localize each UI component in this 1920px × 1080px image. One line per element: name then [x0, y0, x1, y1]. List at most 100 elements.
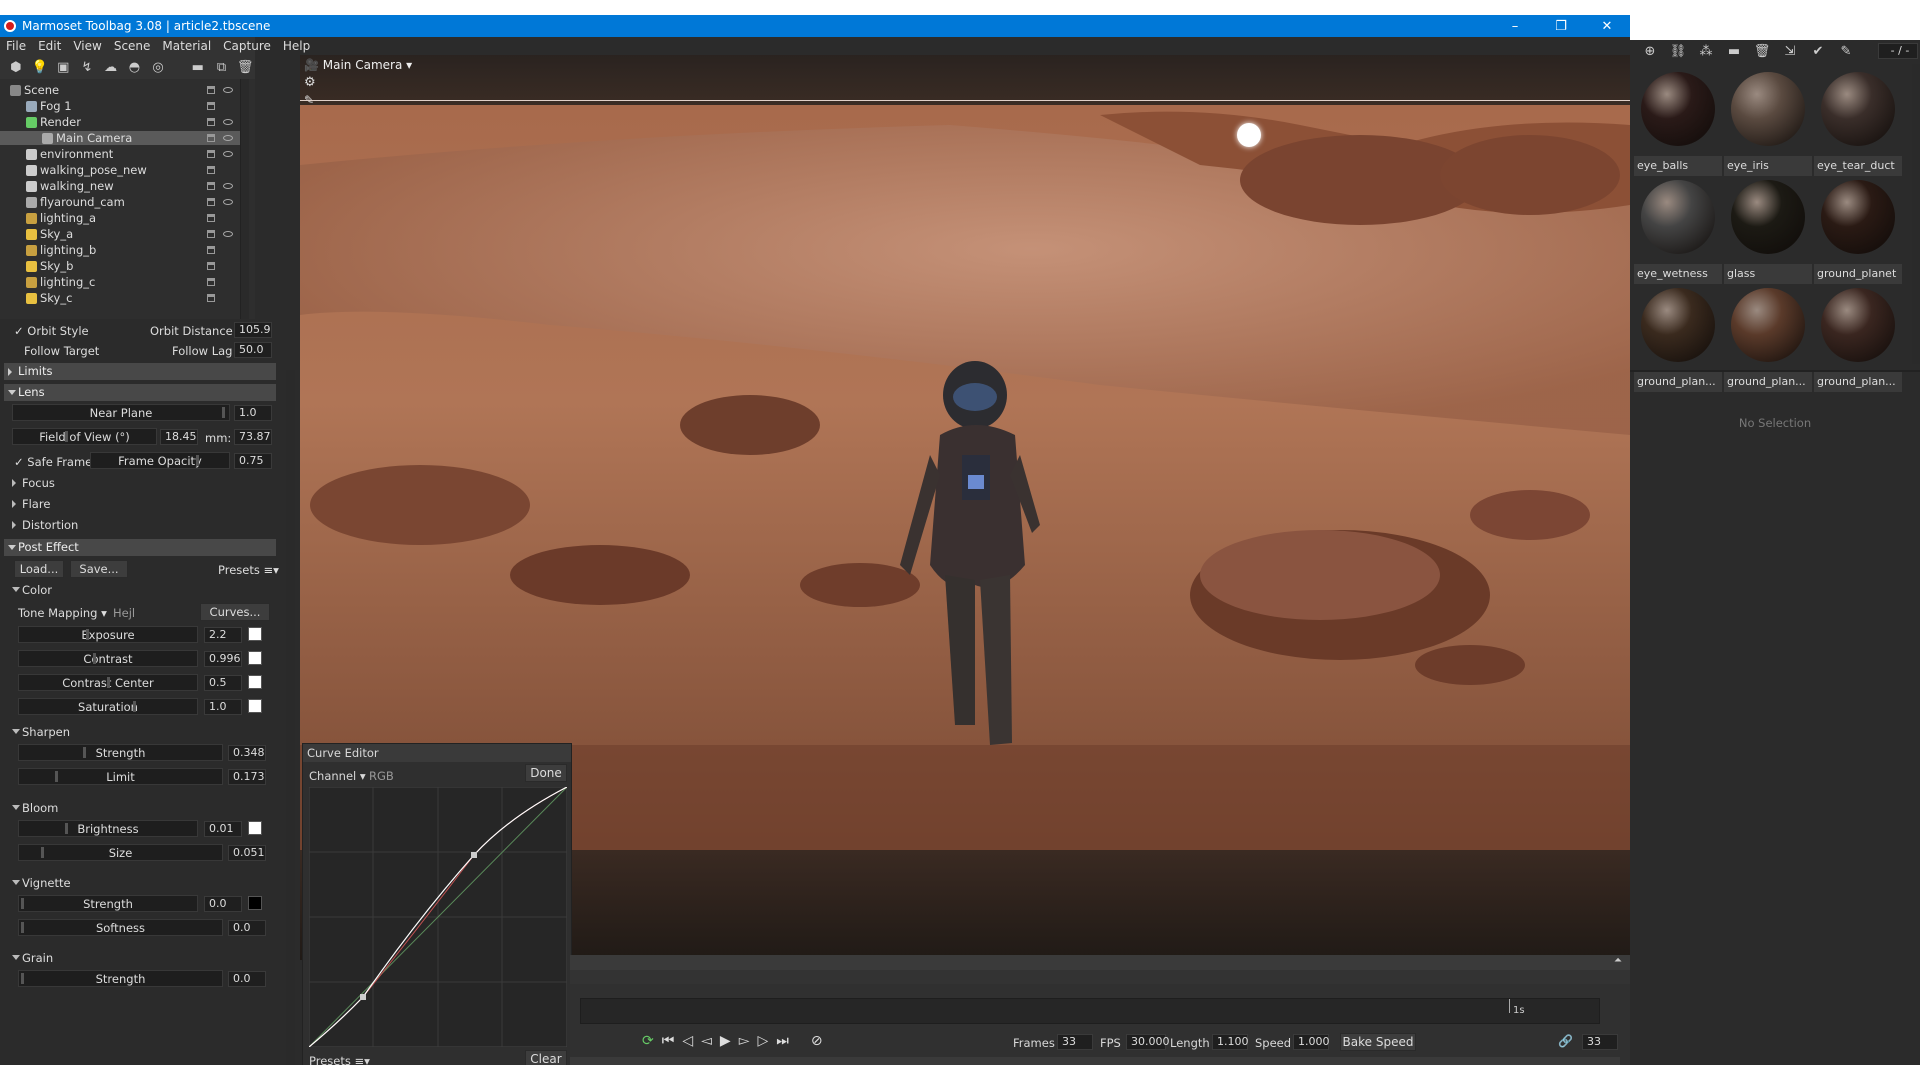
skip-start-icon[interactable]: ⏮	[662, 1033, 675, 1049]
visibility-eye-icon[interactable]	[223, 135, 233, 141]
visibility-eye-icon[interactable]	[223, 183, 233, 189]
slider-knob[interactable]	[133, 701, 136, 712]
material-thumbnail[interactable]: eye_tear_duct	[1814, 68, 1902, 176]
add-mesh-icon[interactable]: ⬢	[6, 58, 26, 76]
camera-selector[interactable]: 🎥 Main Camera ▾	[304, 58, 412, 72]
add-sky-icon[interactable]: ◎	[148, 58, 168, 76]
current-frame-field[interactable]: 33	[1582, 1034, 1618, 1050]
saturation-field[interactable]: 1.0	[204, 699, 242, 715]
minimize-button[interactable]: –	[1492, 19, 1538, 34]
lock-icon[interactable]	[207, 198, 215, 206]
step-forward-icon[interactable]: ▻	[739, 1033, 750, 1049]
frame-opacity-field[interactable]: 0.75	[234, 453, 272, 469]
add-shadow-catcher-icon[interactable]: ◓	[125, 58, 145, 76]
camera-render-view[interactable]	[300, 105, 1630, 850]
orbit-distance-field[interactable]: 105.9	[234, 322, 272, 338]
vignette-strength-field[interactable]: 0.0	[204, 896, 242, 912]
lock-icon[interactable]	[207, 294, 215, 302]
orbit-style-checkbox[interactable]: ✓ Orbit Style	[14, 324, 89, 338]
link-icon[interactable]: 🔗	[1558, 1034, 1573, 1048]
slider-knob[interactable]	[65, 431, 68, 442]
add-material-icon[interactable]: ⊕	[1640, 42, 1660, 60]
add-light-icon[interactable]: 💡	[30, 58, 50, 76]
scene-tree-item[interactable]: Scene	[0, 83, 240, 97]
properties-scrollbar[interactable]	[286, 370, 295, 1065]
grain-strength-field[interactable]: 0.0	[228, 971, 266, 987]
speed-field[interactable]: 1.000	[1293, 1034, 1330, 1050]
contrast-color-swatch[interactable]	[248, 651, 262, 665]
material-delete-icon[interactable]: 🗑	[1752, 42, 1772, 60]
visibility-eye-icon[interactable]	[223, 87, 233, 93]
keyframe-track[interactable]	[570, 970, 1630, 984]
material-thumbnail[interactable]: ground_plan...	[1724, 284, 1812, 392]
visibility-eye-icon[interactable]	[223, 231, 233, 237]
saturation-slider[interactable]: Saturation	[18, 698, 198, 715]
scene-tree-item[interactable]: environment	[0, 147, 240, 161]
material-scrollbar[interactable]	[1912, 64, 1920, 364]
follow-lag-field[interactable]: 50.0	[234, 342, 272, 358]
vignette-strength-slider[interactable]: Strength	[18, 895, 198, 912]
material-thumbnail[interactable]: eye_iris	[1724, 68, 1812, 176]
contrast-center-color-swatch[interactable]	[248, 675, 262, 689]
flare-subsection[interactable]: Flare	[12, 496, 226, 512]
brightness-field[interactable]: 0.01	[204, 821, 242, 837]
scene-tree-item[interactable]: Sky_a	[0, 227, 240, 241]
delete-icon[interactable]: 🗑	[235, 58, 255, 76]
menu-file[interactable]: File	[0, 37, 32, 55]
exposure-color-swatch[interactable]	[248, 627, 262, 641]
presets-dropdown[interactable]: Presets ≡▾	[218, 563, 279, 577]
scene-tree-item[interactable]: lighting_b	[0, 243, 240, 257]
lock-icon[interactable]	[207, 246, 215, 254]
maximize-button[interactable]: ❐	[1538, 19, 1584, 34]
material-thumbnail[interactable]: ground_plan...	[1814, 284, 1902, 392]
add-fog-icon[interactable]: ☁	[101, 58, 121, 76]
playback-settings-icon[interactable]: ⊘	[811, 1033, 823, 1049]
near-plane-slider[interactable]: Near Plane	[12, 404, 230, 421]
contrast-slider[interactable]: Contrast	[18, 650, 198, 667]
slider-knob[interactable]	[21, 898, 24, 909]
step-back-icon[interactable]: ◅	[701, 1033, 712, 1049]
scene-tree-item[interactable]: Sky_c	[0, 291, 240, 305]
scene-tree-item[interactable]: Main Camera	[0, 131, 240, 145]
material-folder-icon[interactable]: ▬	[1724, 42, 1744, 60]
follow-target-checkbox[interactable]: Follow Target	[24, 344, 99, 358]
near-plane-field[interactable]: 1.0	[234, 405, 272, 421]
expand-up-icon[interactable]: ⏶	[1614, 955, 1622, 966]
fps-field[interactable]: 30.000	[1126, 1034, 1170, 1050]
menu-view[interactable]: View	[67, 37, 107, 55]
focus-subsection[interactable]: Focus	[12, 475, 226, 491]
add-turntable-icon[interactable]: ↯	[77, 58, 97, 76]
color-subsection[interactable]: Color	[12, 582, 226, 598]
new-folder-icon[interactable]: ▬	[188, 58, 208, 76]
vignette-subsection[interactable]: Vignette	[12, 875, 226, 891]
timeline-scrollbar[interactable]	[570, 1057, 1620, 1065]
slider-knob[interactable]	[107, 677, 110, 688]
prev-key-icon[interactable]: ◁	[682, 1033, 693, 1049]
visibility-eye-icon[interactable]	[223, 199, 233, 205]
distortion-subsection[interactable]: Distortion	[12, 517, 226, 533]
softness-slider[interactable]: Softness	[18, 919, 223, 936]
material-thumbnail[interactable]: glass	[1724, 176, 1812, 284]
slider-knob[interactable]	[55, 771, 58, 782]
slider-knob[interactable]	[222, 407, 225, 418]
curves-button[interactable]: Curves...	[200, 603, 270, 621]
load-preset-button[interactable]: Load...	[14, 560, 64, 578]
material-thumbnail[interactable]: eye_balls	[1634, 68, 1722, 176]
slider-knob[interactable]	[93, 653, 96, 664]
lock-icon[interactable]	[207, 134, 215, 142]
material-select-icon[interactable]: ⁂	[1696, 42, 1716, 60]
contrast-field[interactable]: 0.996	[204, 651, 242, 667]
scene-tree-item[interactable]: Fog 1	[0, 99, 240, 113]
scene-tree-item[interactable]: Render	[0, 115, 240, 129]
brightness-slider[interactable]: Brightness	[18, 820, 198, 837]
exposure-field[interactable]: 2.2	[204, 627, 242, 643]
menu-capture[interactable]: Capture	[217, 37, 277, 55]
grain-strength-slider[interactable]: Strength	[18, 970, 223, 987]
length-field[interactable]: 1.100	[1212, 1034, 1249, 1050]
safe-frame-checkbox[interactable]: ✓ Safe Frame	[14, 455, 92, 469]
sharpen-subsection[interactable]: Sharpen	[12, 724, 226, 740]
lock-icon[interactable]	[207, 230, 215, 238]
scene-tree-item[interactable]: walking_pose_new	[0, 163, 240, 177]
scene-tree-item[interactable]: walking_new	[0, 179, 240, 193]
menu-help[interactable]: Help	[277, 37, 316, 55]
